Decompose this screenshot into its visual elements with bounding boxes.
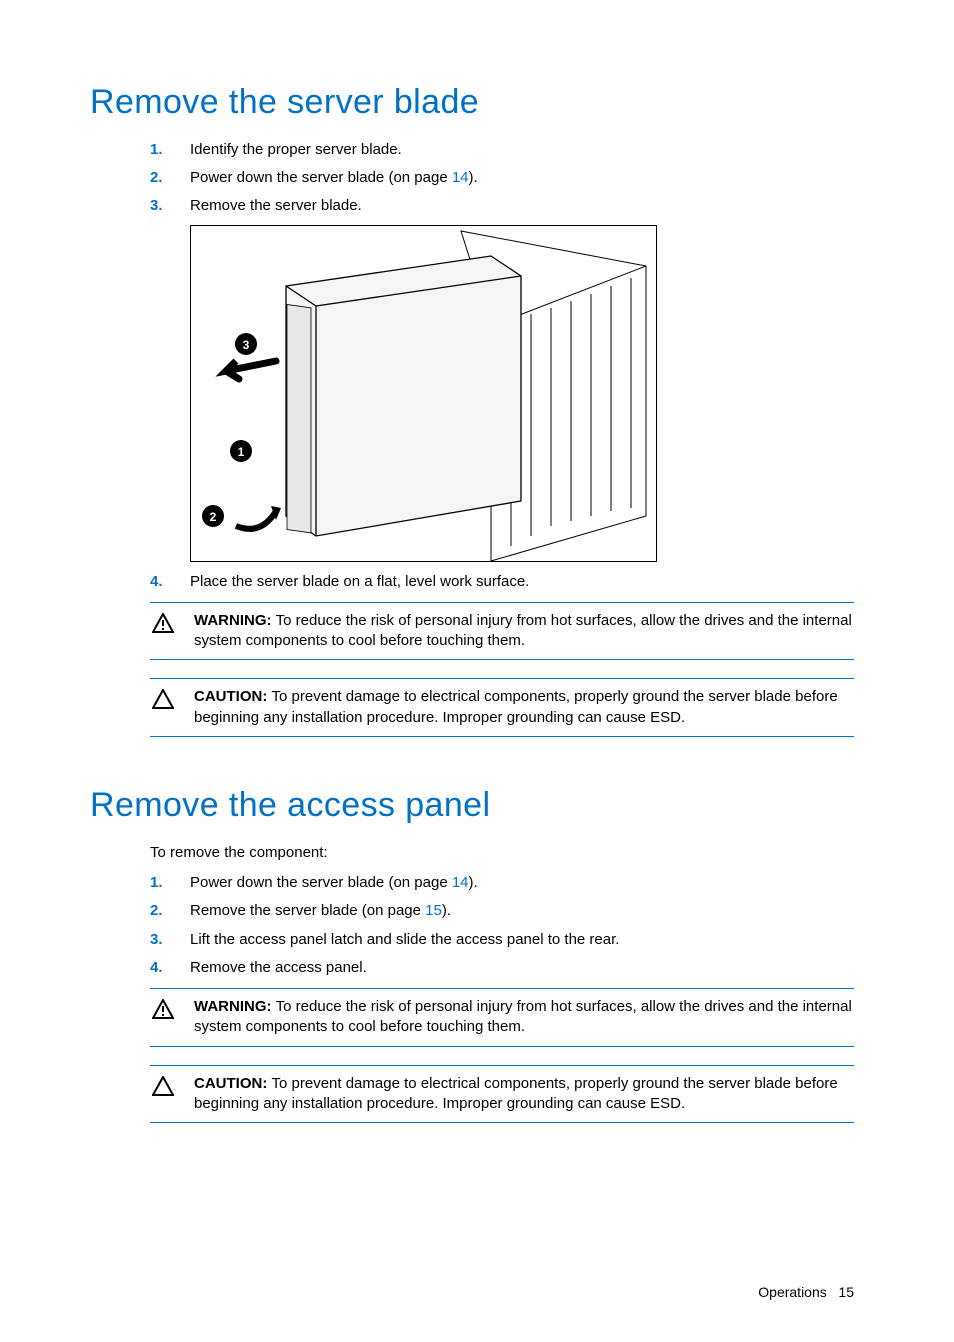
page-link[interactable]: 14: [452, 169, 469, 186]
svg-text:3: 3: [243, 338, 250, 352]
step-number: 4.: [150, 958, 180, 978]
step-text: Power down the server blade (on page 14)…: [190, 169, 478, 186]
svg-text:2: 2: [210, 510, 217, 524]
step-text: Identify the proper server blade.: [190, 141, 402, 158]
caution-text: CAUTION: To prevent damage to electrical…: [194, 687, 854, 728]
steps-list-1b: 4. Place the server blade on a flat, lev…: [150, 572, 854, 592]
footer-page: 15: [838, 1284, 854, 1300]
caution-block: CAUTION: To prevent damage to electrical…: [150, 678, 854, 737]
warning-block: WARNING: To reduce the risk of personal …: [150, 988, 854, 1047]
step-item: 1. Identify the proper server blade.: [150, 140, 854, 160]
step-item: 2. Remove the server blade (on page 15).: [150, 901, 854, 921]
step-number: 4.: [150, 572, 180, 592]
step-text: Lift the access panel latch and slide th…: [190, 931, 619, 948]
warning-icon: [152, 999, 174, 1038]
steps-list-1: 1. Identify the proper server blade. 2. …: [150, 140, 854, 217]
warning-icon: [152, 613, 174, 652]
step-number: 2.: [150, 168, 180, 188]
caution-text: CAUTION: To prevent damage to electrical…: [194, 1074, 854, 1115]
step-item: 1. Power down the server blade (on page …: [150, 873, 854, 893]
page-link[interactable]: 15: [425, 902, 442, 919]
step-text: Remove the access panel.: [190, 959, 367, 976]
warning-text: WARNING: To reduce the risk of personal …: [194, 997, 854, 1038]
step-text: Remove the server blade (on page 15).: [190, 902, 451, 919]
step-item: 3. Lift the access panel latch and slide…: [150, 930, 854, 950]
step-number: 1.: [150, 873, 180, 893]
step-text: Power down the server blade (on page 14)…: [190, 874, 478, 891]
step-number: 3.: [150, 930, 180, 950]
server-blade-removal-figure: 3 1 2: [190, 225, 657, 562]
step-text: Place the server blade on a flat, level …: [190, 573, 529, 590]
warning-block: WARNING: To reduce the risk of personal …: [150, 602, 854, 661]
page-link[interactable]: 14: [452, 874, 469, 891]
footer-section: Operations: [758, 1284, 826, 1300]
warning-text: WARNING: To reduce the risk of personal …: [194, 611, 854, 652]
caution-block: CAUTION: To prevent damage to electrical…: [150, 1065, 854, 1124]
intro-text: To remove the component:: [150, 843, 854, 863]
svg-text:1: 1: [238, 445, 245, 459]
caution-icon: [152, 1076, 174, 1115]
step-number: 3.: [150, 196, 180, 216]
step-item: 3. Remove the server blade.: [150, 196, 854, 216]
step-item: 4. Remove the access panel.: [150, 958, 854, 978]
step-item: 4. Place the server blade on a flat, lev…: [150, 572, 854, 592]
caution-icon: [152, 689, 174, 728]
heading-remove-server-blade: Remove the server blade: [90, 80, 864, 126]
heading-remove-access-panel: Remove the access panel: [90, 783, 864, 829]
step-number: 2.: [150, 901, 180, 921]
steps-list-2: 1. Power down the server blade (on page …: [150, 873, 854, 978]
step-text: Remove the server blade.: [190, 197, 362, 214]
page-footer: Operations 15: [90, 1283, 864, 1302]
step-number: 1.: [150, 140, 180, 160]
step-item: 2. Power down the server blade (on page …: [150, 168, 854, 188]
